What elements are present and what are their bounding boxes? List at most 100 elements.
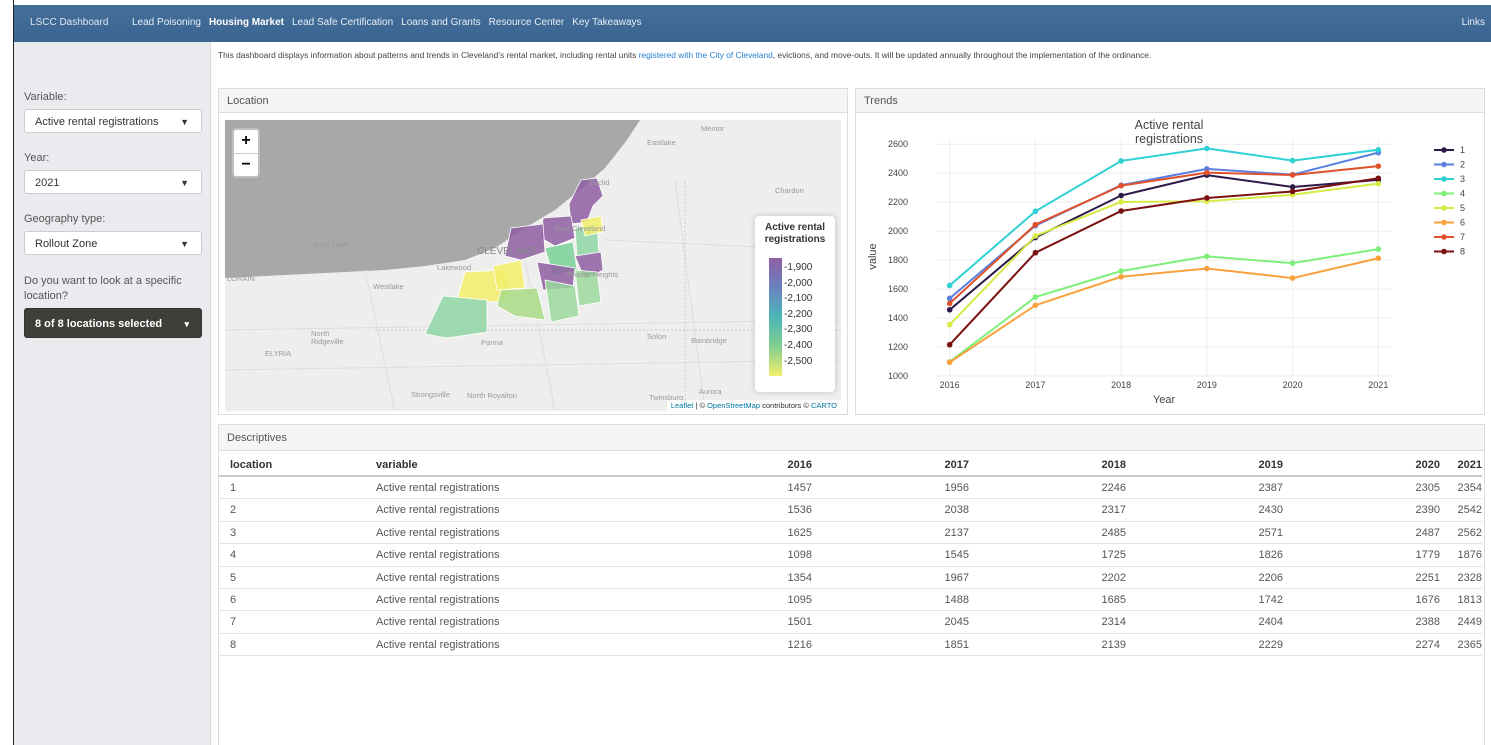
trends-chart: 1000 1200 1400 1600 1800 2000 2200 2400 2600 2016…	[867, 118, 1465, 406]
zone-south	[544, 279, 580, 323]
legend-title: Active rental registrations	[764, 222, 826, 245]
legend-color-ramp	[769, 258, 782, 376]
data-point	[1204, 169, 1210, 176]
variable-select-value: Active rental registrations	[35, 116, 159, 128]
legend-label: 3	[1460, 174, 1465, 184]
intro-text: This dashboard displays information abou…	[218, 50, 1152, 60]
zoom-control: + −	[232, 128, 260, 178]
year-label: Year:	[24, 152, 50, 164]
geography-select-value: Rollout Zone	[35, 238, 98, 250]
data-point	[1289, 188, 1296, 195]
legend-ticks: -1,900 -2,000 -2,100 -2,200 -2,300 -2,40…	[784, 262, 813, 367]
data-point	[1289, 260, 1296, 266]
top-navbar: LSCC Dashboard Lead Poisoning Housing Ma…	[14, 5, 1491, 42]
data-point	[946, 321, 953, 328]
registration-link[interactable]: registered with the City of Cleveland	[639, 50, 773, 60]
y-tick-label: 1800	[888, 255, 908, 265]
data-point	[1375, 180, 1382, 187]
data-point	[1118, 208, 1124, 214]
series-line-4	[949, 248, 1379, 363]
col-header[interactable]: 2018	[969, 459, 1126, 475]
data-point	[1118, 273, 1124, 280]
year-select[interactable]: 2021 ▼	[24, 170, 202, 194]
col-header[interactable]: 2020	[1283, 459, 1440, 475]
series-line-1	[949, 174, 1379, 311]
map-view[interactable]: Mentor Eastlake Euclid Chardon East Clev…	[225, 120, 841, 411]
x-axis-label: Year	[1153, 394, 1176, 406]
data-point	[1375, 175, 1382, 182]
x-tick-label: 2017	[1025, 380, 1045, 390]
nav-housing-market[interactable]: Housing Market	[209, 17, 284, 28]
brand-link[interactable]: LSCC Dashboard	[30, 17, 108, 28]
col-header[interactable]: 2019	[1126, 459, 1283, 475]
map-attribution: Leaflet | © OpenStreetMap contributors ©…	[666, 400, 841, 411]
nav-lead-poisoning[interactable]: Lead Poisoning	[132, 17, 201, 28]
table-row: 3 Active rental registrations 1625 2137 2485…	[219, 522, 1482, 545]
y-tick-label: 1400	[888, 313, 908, 323]
variable-select[interactable]: Active rental registrations ▼	[24, 109, 202, 133]
x-tick-label: 2020	[1283, 380, 1303, 390]
nav-loans-and-grants[interactable]: Loans and Grants	[401, 17, 481, 28]
x-tick-label: 2021	[1368, 380, 1388, 390]
y-tick-label: 1200	[888, 342, 908, 352]
col-header[interactable]: 2017	[812, 459, 969, 475]
descriptives-panel-title: Descriptives	[219, 425, 1484, 451]
table-row: 5 Active rental registrations 1354 1967 2202…	[219, 567, 1482, 589]
data-point	[1032, 302, 1039, 309]
data-point	[946, 341, 953, 348]
y-tick-label: 2600	[888, 139, 908, 149]
location-label: Do you want to look at a specific locati…	[24, 275, 182, 302]
carto-link[interactable]: CARTO	[811, 401, 837, 410]
caret-down-icon: ▼	[180, 178, 189, 188]
data-point	[1118, 192, 1124, 199]
data-point	[1289, 157, 1296, 164]
location-panel-title: Location	[219, 89, 847, 113]
nav-lead-safe-certification[interactable]: Lead Safe Certification	[292, 17, 393, 28]
zoom-in-button[interactable]: +	[234, 130, 258, 153]
nav-links-menu[interactable]: Links	[1462, 17, 1485, 28]
sidebar: Variable: Active rental registrations ▼ …	[14, 42, 211, 745]
descriptives-table: location variable 2016 2017 2018 2019 20…	[219, 455, 1482, 657]
legend-marker	[1441, 219, 1447, 226]
data-point	[1032, 221, 1039, 228]
x-tick-label: 2019	[1197, 380, 1217, 390]
data-point	[946, 359, 953, 366]
osm-link[interactable]: OpenStreetMap	[707, 401, 760, 410]
table-row: 7 Active rental registrations 1501 2045 2314…	[219, 611, 1482, 634]
data-point	[1032, 233, 1039, 239]
zoom-out-button[interactable]: −	[234, 153, 258, 176]
trends-panel: Trends 1000 1200 1400 1600 1800 2000 2200 2400 2…	[855, 88, 1485, 415]
legend-label: 2	[1460, 160, 1465, 170]
y-axis-label: value	[867, 243, 879, 269]
geography-type-select[interactable]: Rollout Zone ▼	[24, 231, 202, 255]
col-header[interactable]: 2016	[655, 459, 812, 475]
leaflet-link[interactable]: Leaflet	[671, 401, 694, 410]
location-picker[interactable]: 8 of 8 locations selected ▾	[24, 308, 202, 338]
table-header: location variable 2016 2017 2018 2019 20…	[219, 455, 1482, 477]
geography-type-label: Geography type:	[24, 213, 106, 225]
col-header[interactable]: location	[219, 459, 376, 475]
legend-label: 7	[1460, 232, 1465, 242]
location-panel: Location Mentor Eastlake Euclid Chardon …	[218, 88, 848, 415]
data-point	[946, 307, 953, 313]
caret-down-icon: ▼	[180, 117, 189, 127]
caret-down-icon: ▼	[180, 239, 189, 249]
col-header[interactable]: 2021	[1440, 459, 1482, 475]
nav-key-takeaways[interactable]: Key Takeaways	[572, 17, 641, 28]
zone-west	[496, 287, 546, 321]
map-basemap	[225, 120, 841, 411]
series-line-7	[949, 165, 1379, 305]
col-header[interactable]: variable	[376, 459, 655, 475]
data-point	[1375, 146, 1382, 153]
table-row: 1 Active rental registrations 1457 1956 2246…	[219, 477, 1482, 500]
y-tick-label: 2000	[888, 226, 908, 236]
nav-resource-center[interactable]: Resource Center	[489, 17, 565, 28]
map-legend: Active rental registrations -1,900 -2,00…	[755, 216, 835, 392]
nav-tabs: Lead Poisoning Housing Market Lead Safe …	[132, 17, 642, 28]
data-point	[1375, 255, 1382, 262]
year-select-value: 2021	[35, 177, 60, 189]
y-tick-label: 1600	[888, 284, 908, 294]
y-tick-label: 2400	[888, 168, 908, 178]
data-point	[1204, 265, 1210, 272]
legend-label: 6	[1460, 218, 1465, 228]
